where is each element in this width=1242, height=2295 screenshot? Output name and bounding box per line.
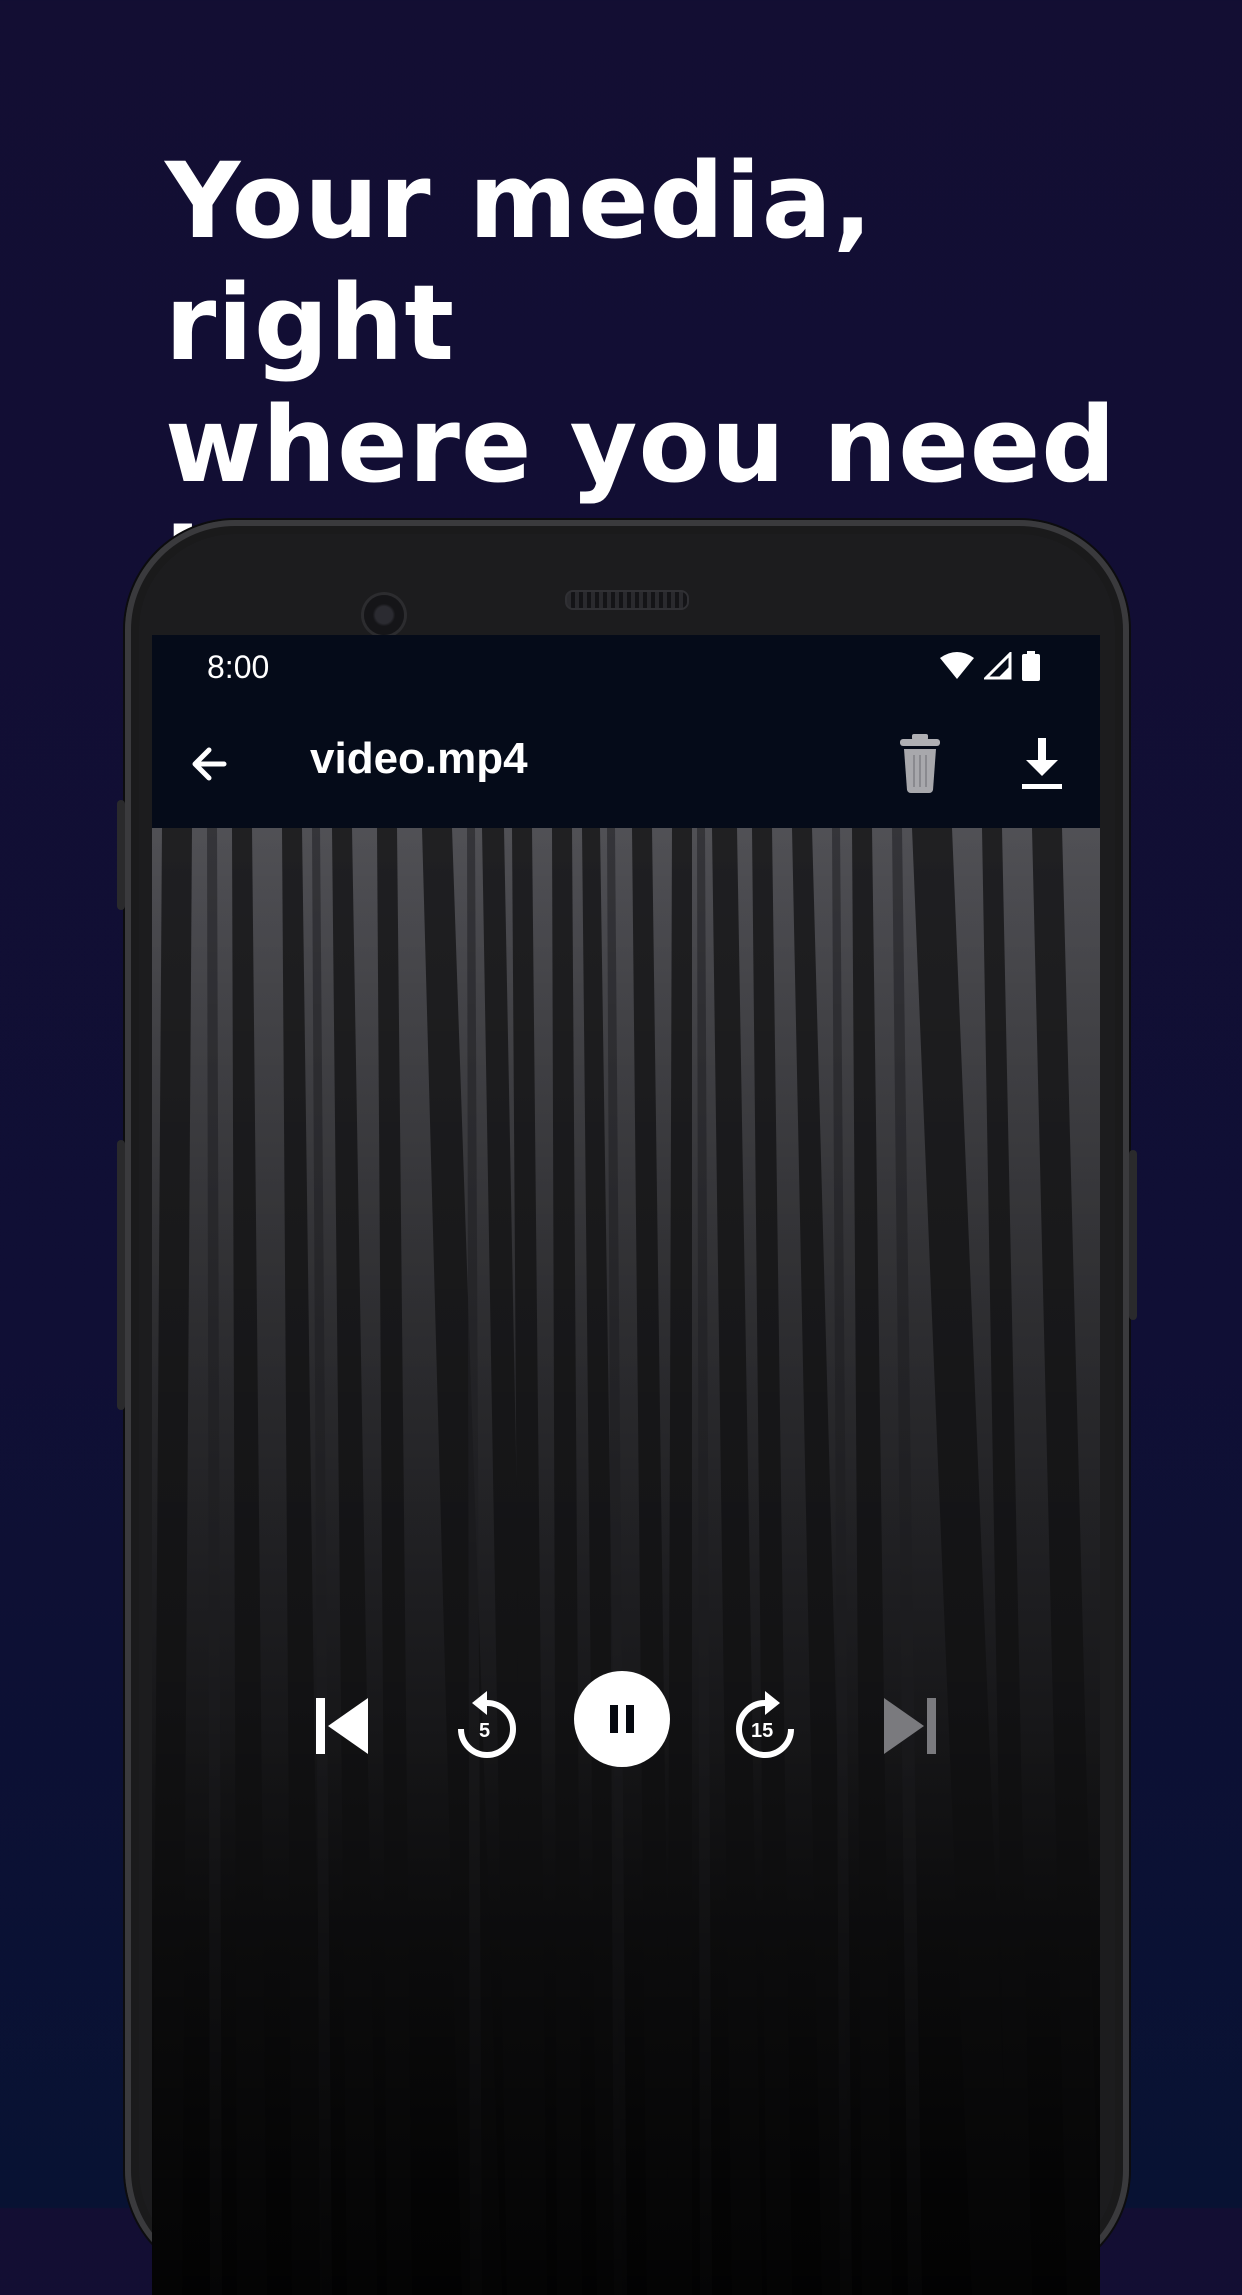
phone-side-button — [117, 800, 125, 910]
app-bar: video.mp4 — [152, 700, 1100, 828]
earpiece-speaker — [565, 590, 689, 610]
forward-seconds-label: 15 — [751, 1720, 774, 1742]
status-bar: 8:00 — [152, 635, 1100, 700]
back-button[interactable] — [182, 734, 242, 794]
phone-screen: 8:00 video.mp4 5 15 — [152, 635, 1100, 2295]
wifi-icon — [940, 652, 974, 679]
download-icon — [1022, 738, 1062, 789]
file-title: video.mp4 — [310, 734, 528, 783]
trash-icon — [900, 734, 940, 793]
signal-icon — [984, 652, 1012, 680]
phone-power-button — [1129, 1150, 1137, 1320]
status-icons — [940, 651, 1040, 681]
phone-volume-button — [117, 1140, 125, 1410]
pause-icon — [610, 1705, 634, 1733]
skip-next-button[interactable] — [860, 1676, 960, 1776]
forest-video-image — [152, 828, 1100, 2295]
skip-next-icon — [884, 1698, 936, 1754]
front-camera — [364, 595, 404, 635]
download-button[interactable] — [1012, 730, 1072, 796]
battery-icon — [1022, 651, 1040, 681]
video-frame[interactable]: 5 15 — [152, 828, 1100, 2295]
forward-button[interactable]: 15 — [715, 1676, 815, 1776]
status-time: 8:00 — [207, 649, 270, 685]
back-arrow-icon — [192, 747, 227, 781]
headline-line-1: Your media, right — [165, 140, 874, 384]
skip-previous-icon — [316, 1698, 368, 1754]
skip-previous-button[interactable] — [292, 1676, 392, 1776]
rewind-seconds-label: 5 — [479, 1720, 491, 1742]
playback-controls: 5 15 — [152, 1666, 1100, 1786]
rewind-button[interactable]: 5 — [437, 1676, 537, 1776]
phone-frame: 8:00 video.mp4 5 15 — [117, 520, 1137, 2295]
delete-button[interactable] — [890, 730, 950, 796]
pause-button[interactable] — [574, 1671, 670, 1767]
